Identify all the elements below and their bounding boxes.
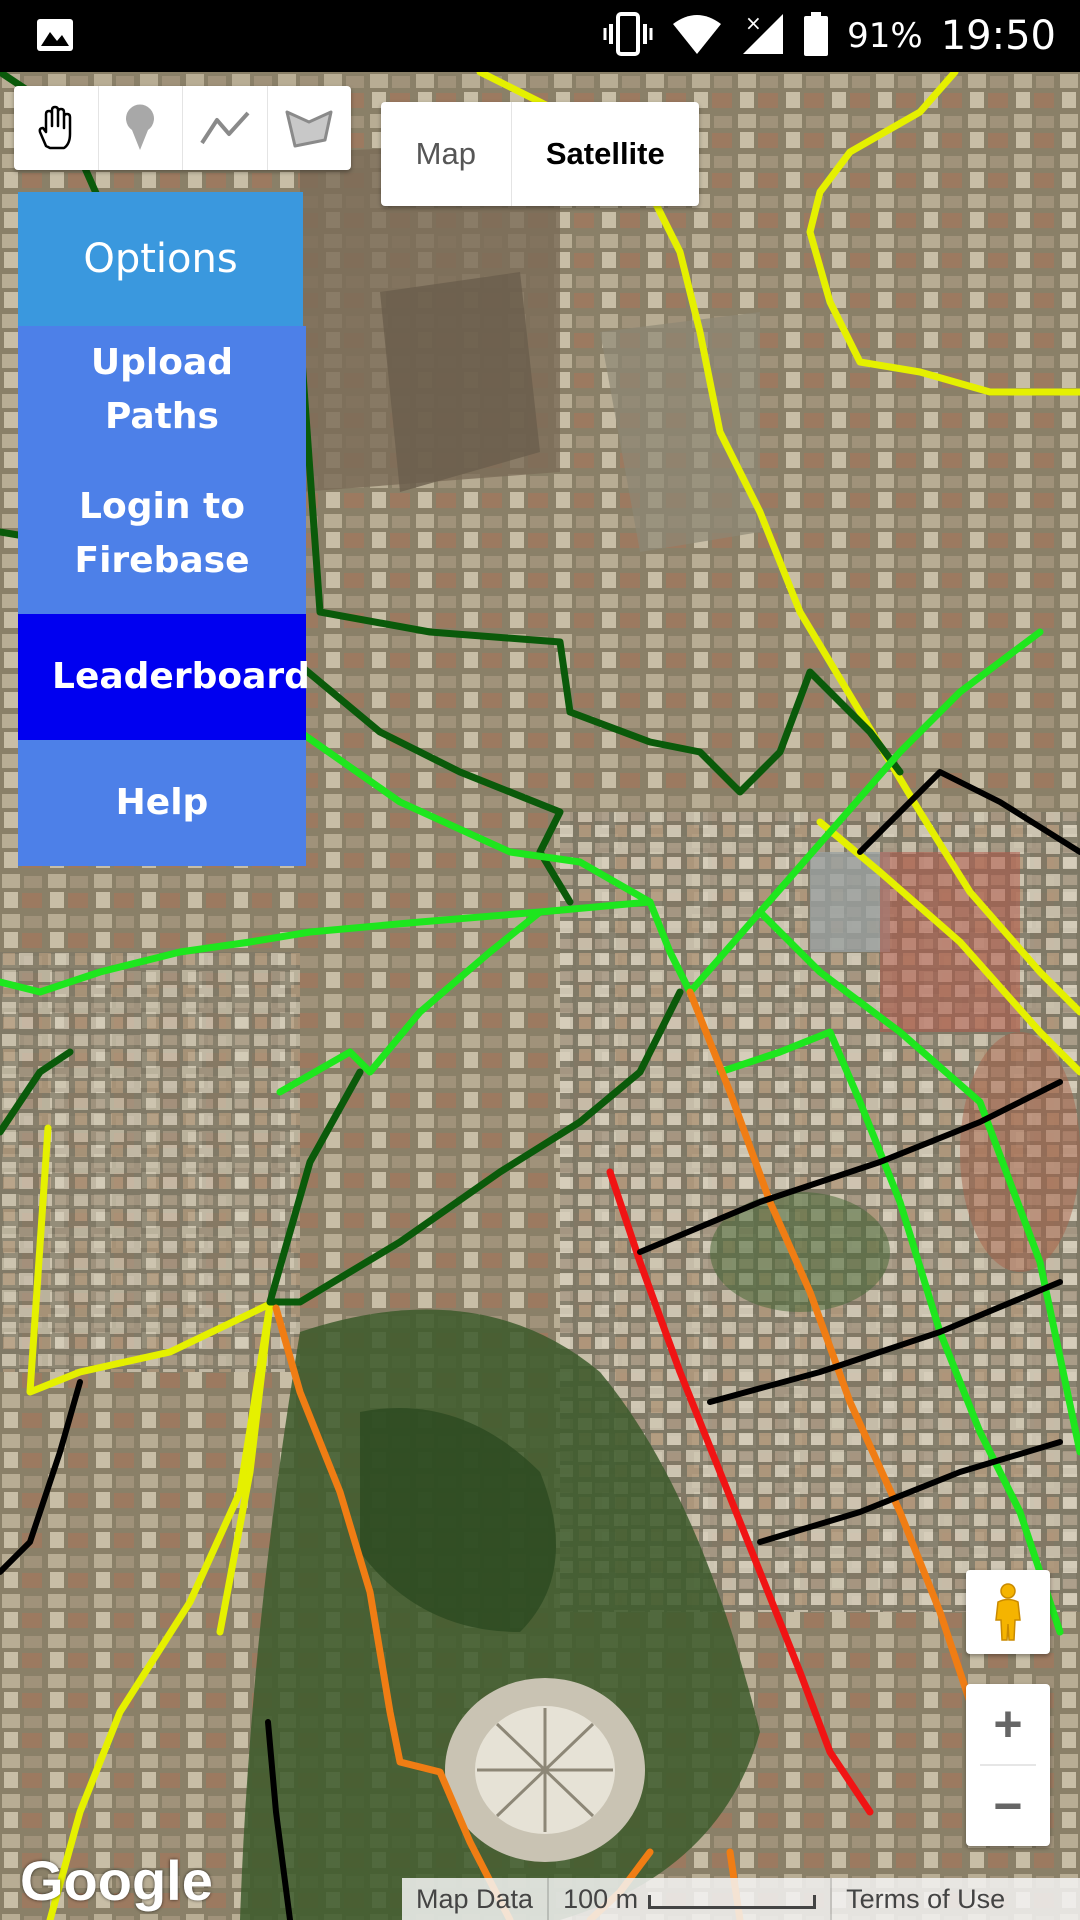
- map-type-map-button[interactable]: Map: [381, 102, 512, 206]
- scale-indicator[interactable]: 100 m: [549, 1878, 833, 1920]
- login-firebase-button[interactable]: Login to Firebase: [18, 454, 306, 614]
- status-bar: × 91% 19:50: [0, 0, 1080, 72]
- options-header[interactable]: Options: [18, 192, 303, 326]
- zoom-out-button[interactable]: −: [966, 1766, 1050, 1846]
- upload-paths-label-line2: Paths: [105, 396, 219, 437]
- map-type-control: Map Satellite: [381, 102, 699, 206]
- marker-tool-icon[interactable]: [99, 86, 183, 170]
- clock: 19:50: [940, 13, 1056, 59]
- gallery-icon: [36, 18, 74, 56]
- zoom-in-button[interactable]: +: [966, 1684, 1050, 1764]
- options-menu: Options Upload Paths Login to Firebase L…: [18, 192, 310, 866]
- scale-bar: [648, 1895, 817, 1909]
- terms-of-use-link[interactable]: Terms of Use: [832, 1878, 1080, 1920]
- polyline-tool-icon[interactable]: [183, 86, 268, 170]
- leaderboard-button[interactable]: Leaderboard: [18, 614, 310, 740]
- svg-text:×: ×: [745, 12, 762, 35]
- wifi-icon: [671, 14, 723, 58]
- map-type-satellite-button[interactable]: Satellite: [512, 102, 699, 206]
- hand-tool-icon[interactable]: [14, 86, 99, 170]
- status-icons: × 91% 19:50: [603, 0, 1056, 72]
- google-logo: Google: [20, 1849, 213, 1912]
- login-firebase-label-line2: Firebase: [74, 540, 250, 581]
- zoom-control: + −: [966, 1684, 1050, 1846]
- attribution-bar: Map Data 100 m Terms of Use: [402, 1878, 1080, 1920]
- battery-icon: [803, 12, 829, 60]
- login-firebase-label-line1: Login to: [79, 486, 245, 527]
- screen: × 91% 19:50 Map Satellite Options Upload…: [0, 0, 1080, 1920]
- polygon-tool-icon[interactable]: [268, 86, 352, 170]
- upload-paths-button[interactable]: Upload Paths: [18, 326, 306, 454]
- vibrate-icon: [603, 12, 653, 60]
- upload-paths-label-line1: Upload: [90, 342, 234, 383]
- map-data-link[interactable]: Map Data: [402, 1878, 550, 1920]
- scale-label: 100 m: [563, 1883, 639, 1914]
- signal-icon: ×: [741, 11, 785, 60]
- pegman-icon[interactable]: [966, 1570, 1050, 1654]
- help-button[interactable]: Help: [18, 740, 306, 866]
- drawing-toolbar: [14, 86, 351, 170]
- battery-percent: 91%: [847, 16, 923, 56]
